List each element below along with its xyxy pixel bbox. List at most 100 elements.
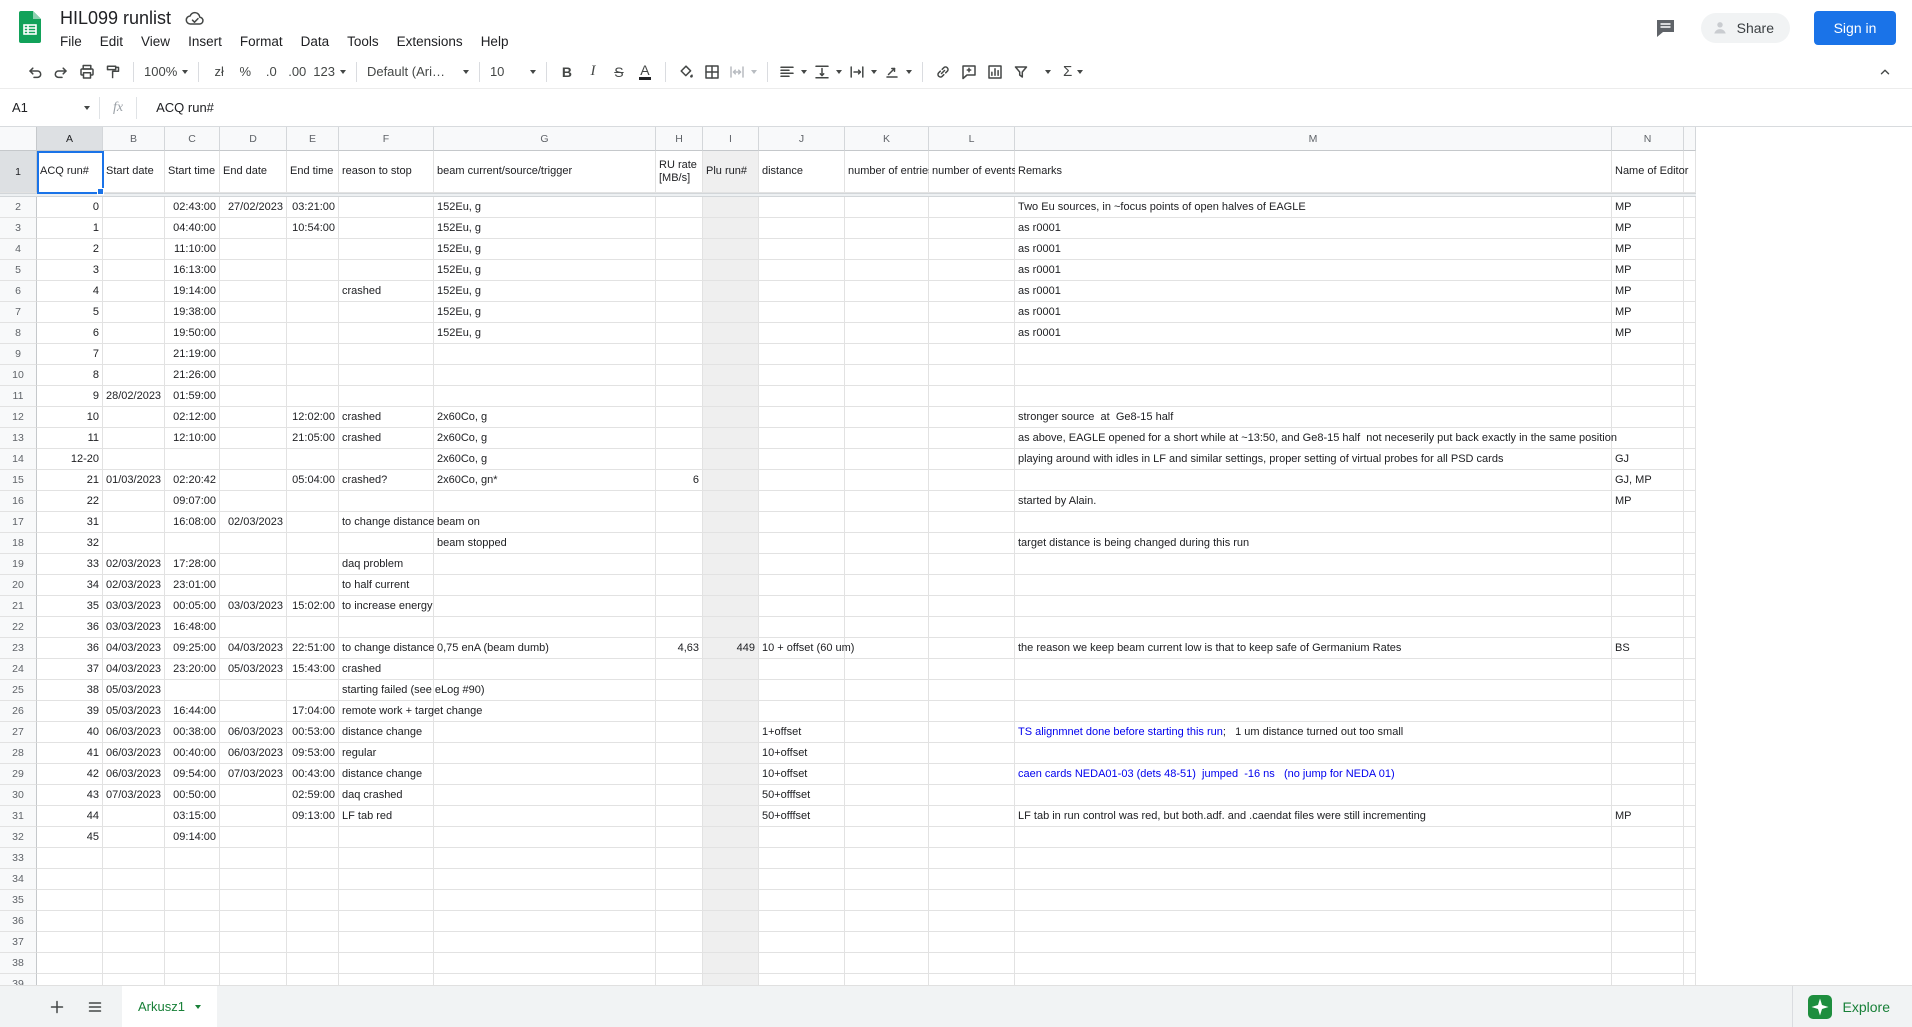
cell-C21[interactable]: 00:05:00 <box>165 596 220 617</box>
text-wrap-select[interactable] <box>845 60 880 84</box>
cell-B34[interactable] <box>103 869 165 890</box>
cell-H34[interactable] <box>656 869 703 890</box>
cell-C19[interactable]: 17:28:00 <box>165 554 220 575</box>
cell-B9[interactable] <box>103 344 165 365</box>
cell-G23[interactable]: 0,75 enA (beam dumb) <box>434 638 656 659</box>
functions-select[interactable]: Σ <box>1060 60 1086 84</box>
cell-L18[interactable] <box>929 533 1015 554</box>
row-header-11[interactable]: 11 <box>0 386 37 407</box>
cell-A9[interactable]: 7 <box>37 344 103 365</box>
cell-F24[interactable]: crashed <box>339 659 434 680</box>
cell-O30[interactable] <box>1684 785 1696 806</box>
cell-J7[interactable] <box>759 302 845 323</box>
cell-M28[interactable] <box>1015 743 1612 764</box>
cell-B12[interactable] <box>103 407 165 428</box>
cell-D18[interactable] <box>220 533 287 554</box>
cell-I1[interactable]: Plu run# <box>703 151 759 193</box>
cell-J33[interactable] <box>759 848 845 869</box>
cell-J4[interactable] <box>759 239 845 260</box>
cell-E19[interactable] <box>287 554 339 575</box>
cell-H20[interactable] <box>656 575 703 596</box>
cell-E23[interactable]: 22:51:00 <box>287 638 339 659</box>
cell-D25[interactable] <box>220 680 287 701</box>
cell-E35[interactable] <box>287 890 339 911</box>
row-header-24[interactable]: 24 <box>0 659 37 680</box>
cell-E4[interactable] <box>287 239 339 260</box>
cell-D37[interactable] <box>220 932 287 953</box>
cell-K20[interactable] <box>845 575 929 596</box>
cell-G39[interactable] <box>434 974 656 985</box>
cell-L3[interactable] <box>929 218 1015 239</box>
cell-L27[interactable] <box>929 722 1015 743</box>
cell-B35[interactable] <box>103 890 165 911</box>
cell-C38[interactable] <box>165 953 220 974</box>
cell-G28[interactable] <box>434 743 656 764</box>
cell-L15[interactable] <box>929 470 1015 491</box>
cell-C31[interactable]: 03:15:00 <box>165 806 220 827</box>
cell-N34[interactable] <box>1612 869 1684 890</box>
cell-E9[interactable] <box>287 344 339 365</box>
cell-B20[interactable]: 02/03/2023 <box>103 575 165 596</box>
menu-item-edit[interactable]: Edit <box>93 32 130 51</box>
cell-H38[interactable] <box>656 953 703 974</box>
cell-N20[interactable] <box>1612 575 1684 596</box>
cell-I32[interactable] <box>703 827 759 848</box>
cell-L6[interactable] <box>929 281 1015 302</box>
cell-O35[interactable] <box>1684 890 1696 911</box>
cell-O29[interactable] <box>1684 764 1696 785</box>
column-header-B[interactable]: B <box>103 127 165 151</box>
cell-A8[interactable]: 6 <box>37 323 103 344</box>
row-header-1[interactable]: 1 <box>0 151 37 193</box>
number-format-select[interactable]: 123 <box>310 60 349 84</box>
cell-N1[interactable]: Name of Editor <box>1612 151 1684 193</box>
cell-K9[interactable] <box>845 344 929 365</box>
cell-J31[interactable]: 50+offfset <box>759 806 845 827</box>
formula-input[interactable]: ACQ run# <box>156 100 214 115</box>
cell-N33[interactable] <box>1612 848 1684 869</box>
cell-M5[interactable]: as r0001 <box>1015 260 1612 281</box>
cell-I28[interactable] <box>703 743 759 764</box>
cell-E39[interactable] <box>287 974 339 985</box>
fill-color-button[interactable] <box>673 60 699 84</box>
menu-item-tools[interactable]: Tools <box>340 32 386 51</box>
cell-J28[interactable]: 10+offset <box>759 743 845 764</box>
cell-K15[interactable] <box>845 470 929 491</box>
cell-F12[interactable]: crashed <box>339 407 434 428</box>
cell-C10[interactable]: 21:26:00 <box>165 365 220 386</box>
create-filter-button[interactable] <box>1008 60 1034 84</box>
cell-O34[interactable] <box>1684 869 1696 890</box>
cell-F34[interactable] <box>339 869 434 890</box>
cell-B17[interactable] <box>103 512 165 533</box>
cell-L8[interactable] <box>929 323 1015 344</box>
cell-I27[interactable] <box>703 722 759 743</box>
cell-C6[interactable]: 19:14:00 <box>165 281 220 302</box>
cell-D6[interactable] <box>220 281 287 302</box>
cell-C37[interactable] <box>165 932 220 953</box>
cell-M15[interactable] <box>1015 470 1612 491</box>
cell-A25[interactable]: 38 <box>37 680 103 701</box>
cell-O22[interactable] <box>1684 617 1696 638</box>
cell-C32[interactable]: 09:14:00 <box>165 827 220 848</box>
cell-M10[interactable] <box>1015 365 1612 386</box>
cell-M14[interactable]: playing around with idles in LF and simi… <box>1015 449 1612 470</box>
column-header-D[interactable]: D <box>220 127 287 151</box>
cell-N27[interactable] <box>1612 722 1684 743</box>
cell-A12[interactable]: 10 <box>37 407 103 428</box>
cell-E13[interactable]: 21:05:00 <box>287 428 339 449</box>
cell-A29[interactable]: 42 <box>37 764 103 785</box>
cell-G34[interactable] <box>434 869 656 890</box>
cell-F25[interactable]: starting failed (see eLog #90) <box>339 680 434 701</box>
cell-J14[interactable] <box>759 449 845 470</box>
cell-H28[interactable] <box>656 743 703 764</box>
cell-E2[interactable]: 03:21:00 <box>287 197 339 218</box>
cell-D9[interactable] <box>220 344 287 365</box>
cell-L4[interactable] <box>929 239 1015 260</box>
cell-O36[interactable] <box>1684 911 1696 932</box>
cell-H27[interactable] <box>656 722 703 743</box>
cell-F33[interactable] <box>339 848 434 869</box>
column-header-N[interactable]: N <box>1612 127 1684 151</box>
cell-C33[interactable] <box>165 848 220 869</box>
cell-J11[interactable] <box>759 386 845 407</box>
cell-D14[interactable] <box>220 449 287 470</box>
cell-M11[interactable] <box>1015 386 1612 407</box>
